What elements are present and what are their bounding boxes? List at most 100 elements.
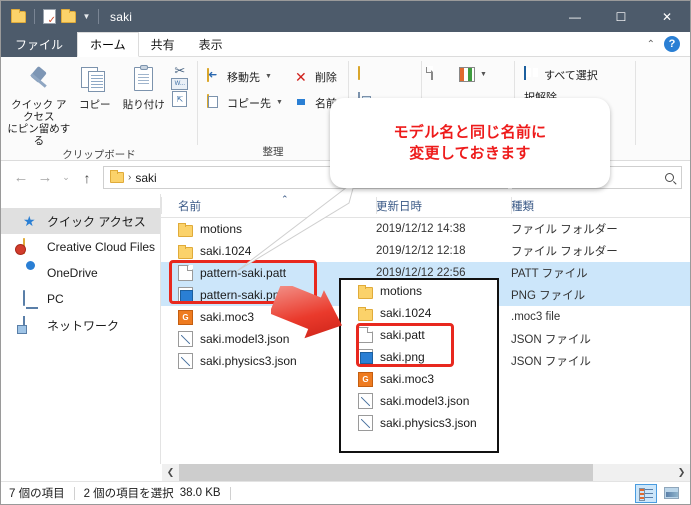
open-col-1 [428,59,450,85]
help-icon[interactable]: ? [664,36,680,52]
rename-icon [295,95,311,111]
paste-button[interactable]: 貼り付け [119,61,169,147]
tab-view[interactable]: 表示 [187,32,235,57]
png-file-icon [178,287,193,303]
open-col-2: ▼ [456,59,490,85]
breadcrumb[interactable]: saki [135,171,156,185]
thumbnail-view-button[interactable] [660,484,682,503]
maximize-button[interactable]: ☐ [598,1,644,32]
column-header-type[interactable]: 種類 [511,198,690,214]
file-type-cell: PATT ファイル [511,268,588,280]
toolbar-divider [34,9,35,24]
organize-col-1: 移動先 ▼ コピー先 ▼ [204,61,286,144]
chevron-down-icon[interactable]: ▼ [81,12,92,21]
select-all-icon [524,65,540,83]
selection-size-label: 38.0 KB [179,487,221,499]
ribbon-divider [635,61,636,145]
folder-icon [110,170,124,183]
navigation-pane: ★ クイック アクセス Creative Cloud Files OneDriv… [1,194,161,464]
pin-label-line1: クイック アクセス [11,99,67,123]
window-title: saki [110,9,133,24]
open-button[interactable] [428,64,450,85]
sidebar-item-network[interactable]: ネットワーク [1,312,160,338]
json-file-icon [178,331,193,347]
minimize-button[interactable]: — [552,1,598,32]
tab-share[interactable]: 共有 [139,32,187,57]
creative-cloud-icon [23,237,40,256]
file-name-label: motions [200,222,243,236]
copy-to-icon [207,93,223,111]
thumbnail-view-icon [663,487,679,499]
copy-button[interactable]: コピー [71,61,119,147]
toolbar-divider [98,9,99,24]
status-bar: 7 個の項目 2 個の項目を選択 38.0 KB [1,481,690,504]
up-button[interactable]: ↑ [75,166,99,190]
select-all-button[interactable]: すべて選択 [521,64,601,85]
forward-button[interactable]: → [33,166,57,190]
file-type-cell: PNG ファイル [511,290,586,302]
recent-locations-button[interactable]: ⌄ [57,166,75,190]
sidebar-item-label: PC [47,292,64,306]
sidebar-item-pc[interactable]: PC [1,286,160,312]
pin-to-quick-access-button[interactable]: クイック アクセス にピン留めする [7,61,71,147]
scrollbar-thumb[interactable] [179,464,593,481]
folder-icon [178,244,193,259]
delete-icon: ✕ [294,68,307,85]
back-button[interactable]: ← [9,166,33,190]
sidebar-item-creative-cloud-files[interactable]: Creative Cloud Files [1,234,160,260]
copy-path-icon[interactable]: W... [171,78,189,90]
copy-to-button[interactable]: コピー先 ▼ [204,92,286,113]
file-name-label: saki.physics3.json [200,354,297,368]
list-item: saki.physics3.json [341,412,497,434]
delete-label: 削除 [314,71,337,84]
scissors-icon[interactable]: ✂ [174,64,185,77]
new-folder-icon [358,65,374,83]
annotation-arrow [271,286,343,339]
file-name-label: saki.1024 [380,306,432,320]
copy-to-label: コピー先 [227,97,271,110]
json-file-icon [358,393,373,409]
copy-icon [79,65,111,95]
list-item: saki.model3.json [341,390,497,412]
paste-shortcut-icon[interactable]: ⇱ [172,91,188,107]
new-folder-button[interactable] [355,64,389,85]
status-divider [73,486,75,500]
move-to-label: 移動先 [227,71,260,84]
file-name-label: saki.physics3.json [380,416,477,430]
sidebar-item-quick-access[interactable]: ★ クイック アクセス [1,208,160,234]
file-type-cell: .moc3 file [511,311,561,323]
new-folder-icon[interactable] [61,8,78,25]
chevron-down-icon[interactable]: ▼ [265,73,272,80]
chevron-down-icon[interactable]: ▼ [480,71,487,78]
horizontal-scrollbar[interactable]: ❮ ❯ [162,464,690,481]
callout-bubble: モデル名と同じ名前に 変更しておきます [330,98,610,188]
folder-icon[interactable] [11,8,28,25]
select-all-label: すべて選択 [544,69,598,82]
sidebar-item-onedrive[interactable]: OneDrive [1,260,160,286]
chevron-down-icon[interactable]: ▼ [276,99,283,106]
sidebar-item-label: ネットワーク [47,318,120,333]
tab-home[interactable]: ホーム [77,32,139,57]
callout-text: モデル名と同じ名前に 変更しておきます [393,122,546,164]
file-name-label: saki.patt [380,328,425,342]
scroll-right-button[interactable]: ❯ [673,464,690,481]
properties-icon[interactable] [41,8,58,26]
delete-button[interactable]: ✕ 削除 [292,66,340,87]
scroll-left-button[interactable]: ❮ [162,464,179,481]
network-icon [23,315,40,334]
file-name-label: motions [380,284,423,298]
sidebar-item-label: OneDrive [47,266,98,280]
column-header-name-label: 名前 [178,200,201,213]
new-item-icon [431,65,447,83]
properties-button[interactable]: ▼ [456,64,490,85]
tab-file[interactable]: ファイル [1,32,78,57]
moc3-file-icon: G [358,371,373,387]
callout-line1: モデル名と同じ名前に [393,124,547,141]
details-view-button[interactable] [635,483,657,503]
close-button[interactable]: ✕ [644,1,690,32]
status-divider [229,486,231,500]
pin-label-line2: にピン留めする [7,123,71,147]
column-header-date[interactable]: 更新日時 [376,198,511,214]
chevron-up-icon[interactable]: ⌃ [647,39,655,50]
move-to-button[interactable]: 移動先 ▼ [204,66,286,87]
